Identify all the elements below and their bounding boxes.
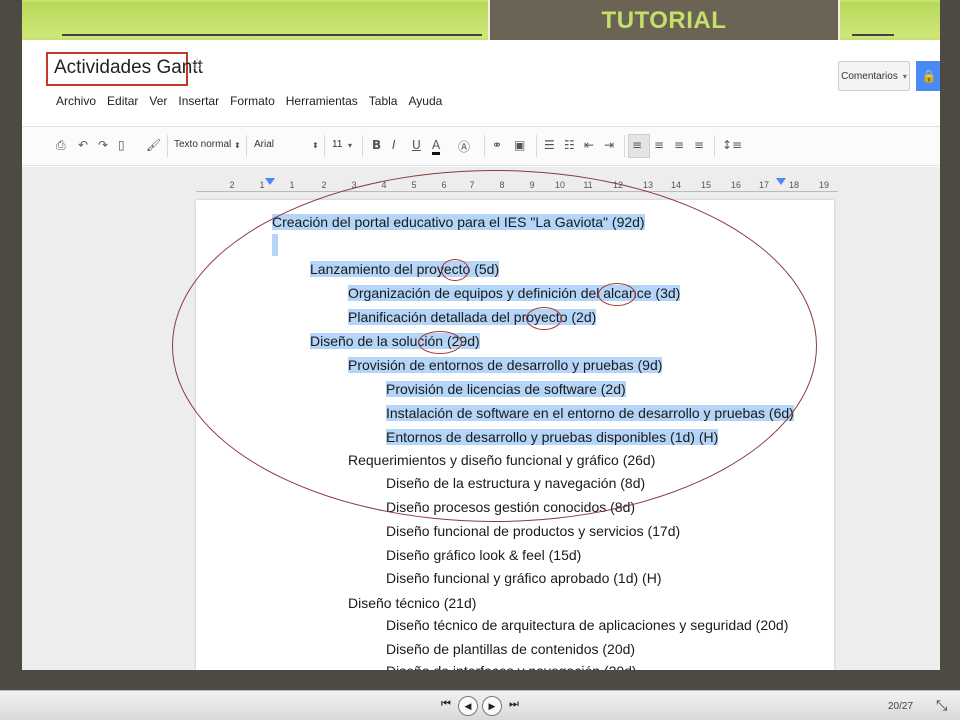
font-select[interactable]: Arial bbox=[254, 139, 274, 150]
style-select[interactable]: Texto normal bbox=[174, 139, 231, 150]
highlight-color-icon[interactable]: Ⓐ bbox=[458, 138, 470, 155]
outline-item[interactable]: Diseño funcional y gráfico aprobado (1d)… bbox=[386, 567, 661, 589]
text-color-icon[interactable]: A bbox=[432, 138, 441, 155]
italic-icon[interactable]: I bbox=[392, 138, 396, 152]
first-slide-icon[interactable]: ⏮ bbox=[441, 698, 451, 711]
star-icon[interactable]: ☆ bbox=[189, 54, 205, 75]
right-margin-marker-icon[interactable] bbox=[776, 178, 786, 185]
image-icon[interactable]: ▣ bbox=[514, 138, 525, 152]
style-caret-icon: ⬍ bbox=[234, 141, 241, 150]
divider bbox=[852, 34, 894, 36]
outline-item[interactable]: Diseño técnico (21d) bbox=[348, 592, 476, 614]
align-right-icon[interactable]: ≡ bbox=[674, 138, 684, 152]
document-title[interactable]: Actividades Gantt bbox=[54, 57, 203, 79]
outline-item-text: Diseño de plantillas de contenidos (20d) bbox=[386, 641, 636, 657]
caret-down-icon: ▾ bbox=[902, 71, 907, 81]
ruler-tick-label: 15 bbox=[700, 180, 712, 190]
line-spacing-icon[interactable]: ↕≡ bbox=[722, 138, 742, 152]
underline-icon[interactable]: U bbox=[412, 138, 421, 152]
ruler-tick-label: 2 bbox=[321, 180, 327, 190]
font-caret-icon: ⬍ bbox=[312, 141, 319, 150]
menu-archivo[interactable]: Archivo bbox=[56, 94, 96, 108]
ruler-tick-label: 19 bbox=[818, 180, 830, 190]
menu-ayuda[interactable]: Ayuda bbox=[408, 94, 442, 108]
slide-title: TUTORIAL bbox=[601, 7, 727, 34]
outline-item[interactable]: Diseño de plantillas de contenidos (20d) bbox=[386, 638, 635, 660]
redo-icon[interactable]: ↷ bbox=[98, 138, 108, 152]
toolbar: ⎙ ↶ ↷ ▯ 🖌 Texto normal ⬍ Arial ⬍ 11 ▾ B … bbox=[22, 126, 940, 166]
decrease-indent-icon[interactable]: ⇤ bbox=[584, 138, 594, 152]
link-icon[interactable]: ⚭ bbox=[492, 138, 502, 152]
print-icon[interactable]: ⎙ bbox=[56, 138, 66, 153]
font-size-select[interactable]: 11 bbox=[332, 139, 342, 150]
ruler-tick-label: 2 bbox=[229, 180, 235, 190]
slide: TUTORIAL Actividades Gantt ☆ Comentarios… bbox=[0, 0, 960, 690]
fullscreen-icon[interactable]: ⤡ bbox=[936, 697, 947, 714]
undo-icon[interactable]: ↶ bbox=[78, 138, 88, 152]
ruler-tick-label: 17 bbox=[758, 180, 770, 190]
menu-ver[interactable]: Ver bbox=[149, 94, 167, 108]
increase-indent-icon[interactable]: ⇥ bbox=[604, 138, 614, 152]
outline-item-text: Diseño funcional de productos y servicio… bbox=[386, 523, 681, 539]
annotation-circle bbox=[526, 307, 562, 330]
menu-tabla[interactable]: Tabla bbox=[369, 94, 398, 108]
indent-marker-icon[interactable] bbox=[265, 178, 275, 185]
ruler-tick-label: 14 bbox=[670, 180, 682, 190]
next-icon[interactable]: ▶ bbox=[482, 696, 502, 716]
outline-item[interactable]: Diseño técnico de arquitectura de aplica… bbox=[386, 614, 788, 636]
comments-label: Comentarios bbox=[841, 70, 898, 82]
outline-item-text: Diseño técnico de arquitectura de aplica… bbox=[386, 617, 789, 633]
ruler-tick-label: 16 bbox=[730, 180, 742, 190]
clipboard-icon[interactable]: ▯ bbox=[118, 138, 125, 152]
last-slide-icon[interactable]: ⏭ bbox=[509, 698, 519, 711]
bold-icon[interactable]: B bbox=[372, 138, 381, 152]
page-counter: 20/27 bbox=[888, 701, 914, 712]
annotation-circle bbox=[598, 283, 636, 306]
outline-item-text: Diseño técnico (21d) bbox=[348, 595, 477, 611]
outline-item-text: Diseño de interfaces y navegación (20d) bbox=[386, 663, 637, 670]
ruler-tick-label: 1 bbox=[259, 180, 265, 190]
menu-bar: Archivo Editar Ver Insertar Formato Herr… bbox=[56, 94, 442, 108]
outline-item[interactable]: Diseño gráfico look & feel (15d) bbox=[386, 544, 581, 566]
ruler-tick-label: 1 bbox=[289, 180, 295, 190]
align-center-icon[interactable]: ≡ bbox=[654, 138, 664, 152]
prev-icon[interactable]: ◀ bbox=[458, 696, 478, 716]
outline-item[interactable]: Diseño funcional de productos y servicio… bbox=[386, 520, 680, 542]
annotation-circle bbox=[441, 259, 469, 281]
numbered-list-icon[interactable]: ☰ bbox=[544, 138, 555, 152]
menu-formato[interactable]: Formato bbox=[230, 94, 275, 108]
menu-herramientas[interactable]: Herramientas bbox=[286, 94, 358, 108]
paint-format-icon[interactable]: 🖌 bbox=[146, 138, 161, 152]
ruler-tick-label: 18 bbox=[788, 180, 800, 190]
outline-item-text: Diseño funcional y gráfico aprobado (1d)… bbox=[386, 570, 662, 586]
justify-icon[interactable]: ≡ bbox=[694, 138, 704, 152]
outline-item[interactable]: Diseño de interfaces y navegación (20d) bbox=[386, 660, 637, 670]
comments-button[interactable]: Comentarios ▾ bbox=[838, 61, 910, 91]
player-bar: ⏮ ◀ ▶ ⏭ 20/27 ⤡ bbox=[0, 690, 960, 720]
annotation-oval bbox=[172, 170, 817, 522]
ruler-tick-label: 13 bbox=[642, 180, 654, 190]
outline-item-text: Diseño gráfico look & feel (15d) bbox=[386, 547, 582, 563]
menu-insertar[interactable]: Insertar bbox=[178, 94, 219, 108]
size-caret-icon: ▾ bbox=[348, 141, 353, 150]
divider bbox=[62, 34, 482, 36]
lock-icon[interactable]: 🔒 bbox=[916, 61, 940, 91]
align-left-icon[interactable]: ≡ bbox=[632, 138, 642, 152]
docs-screenshot: Actividades Gantt ☆ Comentarios ▾ 🔒 Arch… bbox=[22, 40, 940, 670]
menu-editar[interactable]: Editar bbox=[107, 94, 138, 108]
bulleted-list-icon[interactable]: ☷ bbox=[564, 138, 575, 152]
annotation-circle bbox=[418, 331, 462, 354]
